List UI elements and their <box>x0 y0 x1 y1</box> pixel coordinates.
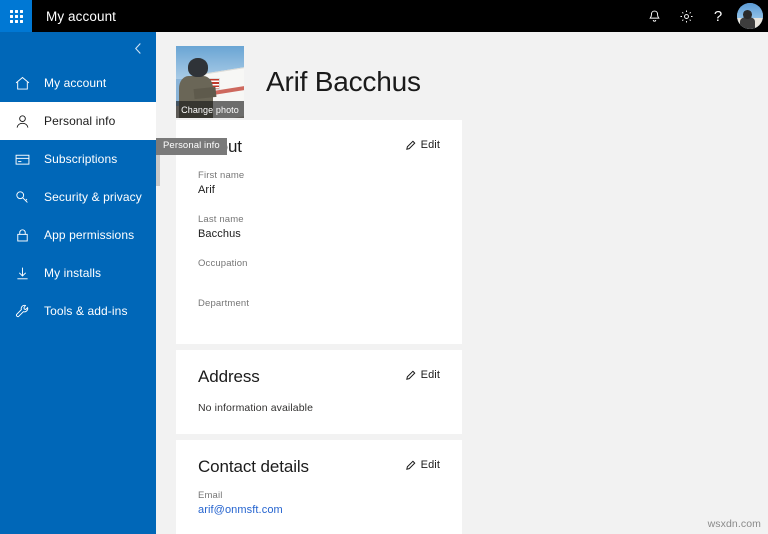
profile-photo[interactable]: Change photo <box>176 46 244 118</box>
sidebar-item-label: Security & privacy <box>44 190 142 204</box>
pencil-icon <box>405 370 416 381</box>
edit-contact-details-button[interactable]: Edit <box>405 458 440 471</box>
edit-address-button[interactable]: Edit <box>405 368 440 381</box>
waffle-grid <box>9 9 23 23</box>
profile-header: Change photo Arif Bacchus <box>156 32 768 120</box>
contact-details-card-header: Contact details Edit <box>198 458 440 475</box>
contact-details-card: Contact details Edit Email arif@onmsft.c… <box>176 440 462 534</box>
key-icon <box>0 189 44 206</box>
sidebar: My account Personal info Subscriptions S… <box>0 32 156 534</box>
field-occupation: Occupation <box>198 258 440 284</box>
about-card-header: About Edit <box>198 138 440 155</box>
sidebar-item-my-account[interactable]: My account <box>0 64 156 102</box>
download-icon <box>0 265 44 282</box>
avatar-image <box>737 3 763 29</box>
pencil-icon <box>405 140 416 151</box>
sidebar-item-tools-add-ins[interactable]: Tools & add-ins <box>0 292 156 330</box>
pencil-icon <box>405 460 416 471</box>
waffle-icon[interactable] <box>0 0 32 32</box>
sidebar-item-my-installs[interactable]: My installs <box>0 254 156 292</box>
change-photo-button[interactable]: Change photo <box>176 101 244 118</box>
card-icon <box>0 151 44 168</box>
sidebar-item-subscriptions[interactable]: Subscriptions <box>0 140 156 178</box>
field-email: Email arif@onmsft.com <box>198 490 440 519</box>
field-value <box>198 270 440 283</box>
edit-label: Edit <box>420 139 440 151</box>
sidebar-item-label: My installs <box>44 266 102 280</box>
sidebar-item-label: Tools & add-ins <box>44 304 128 318</box>
address-card-header: Address Edit <box>198 368 440 385</box>
edit-label: Edit <box>420 369 440 382</box>
person-icon <box>0 113 44 130</box>
field-label: Occupation <box>198 257 248 269</box>
cards-column: About Edit First name Arif Last name Bac… <box>176 120 462 534</box>
suite-bar: My account ? <box>0 0 768 32</box>
field-first-name: First name Arif <box>198 170 440 199</box>
edit-about-button[interactable]: Edit <box>405 138 440 151</box>
question-mark-icon[interactable]: ? <box>702 0 734 32</box>
sidebar-item-label: Personal info <box>44 114 116 128</box>
address-empty-note: No information available <box>198 402 314 415</box>
sidebar-item-app-permissions[interactable]: App permissions <box>0 216 156 254</box>
email-link[interactable]: arif@onmsft.com <box>198 503 440 519</box>
watermark: wsxdn.com <box>707 518 761 530</box>
field-value: Bacchus <box>198 227 241 240</box>
field-label: Department <box>198 298 250 310</box>
sidebar-item-label: Subscriptions <box>44 152 118 166</box>
suite-title: My account <box>46 8 117 24</box>
address-card: Address Edit No information available <box>176 350 462 435</box>
field-department: Department <box>198 298 440 324</box>
help-glyph: ? <box>713 7 723 25</box>
user-avatar[interactable] <box>734 0 766 32</box>
bell-icon[interactable] <box>638 0 670 32</box>
field-value: Arif <box>198 183 215 196</box>
tooltip: Personal info <box>156 138 227 156</box>
field-label: Last name <box>198 213 244 225</box>
field-last-name: Last name Bacchus <box>198 214 440 243</box>
sidebar-item-security-privacy[interactable]: Security & privacy <box>0 178 156 216</box>
main-content: Change photo Arif Bacchus About Edit Fir… <box>156 32 768 534</box>
sidebar-item-label: My account <box>44 76 107 90</box>
field-value <box>198 311 440 324</box>
address-card-title: Address <box>198 367 260 387</box>
sidebar-item-label: App permissions <box>44 228 135 242</box>
field-label: First name <box>198 170 245 181</box>
edit-label: Edit <box>420 459 440 472</box>
home-icon <box>0 75 44 92</box>
sidebar-item-personal-info[interactable]: Personal info <box>0 102 156 140</box>
gear-icon[interactable] <box>670 0 702 32</box>
suite-bar-actions: ? <box>638 0 768 32</box>
wrench-icon <box>0 303 44 320</box>
field-label: Email <box>198 490 223 502</box>
page-title: Arif Bacchus <box>266 66 421 97</box>
chevron-left-icon[interactable] <box>0 32 156 64</box>
contact-details-card-title: Contact details <box>198 457 309 477</box>
lock-icon <box>0 227 44 244</box>
